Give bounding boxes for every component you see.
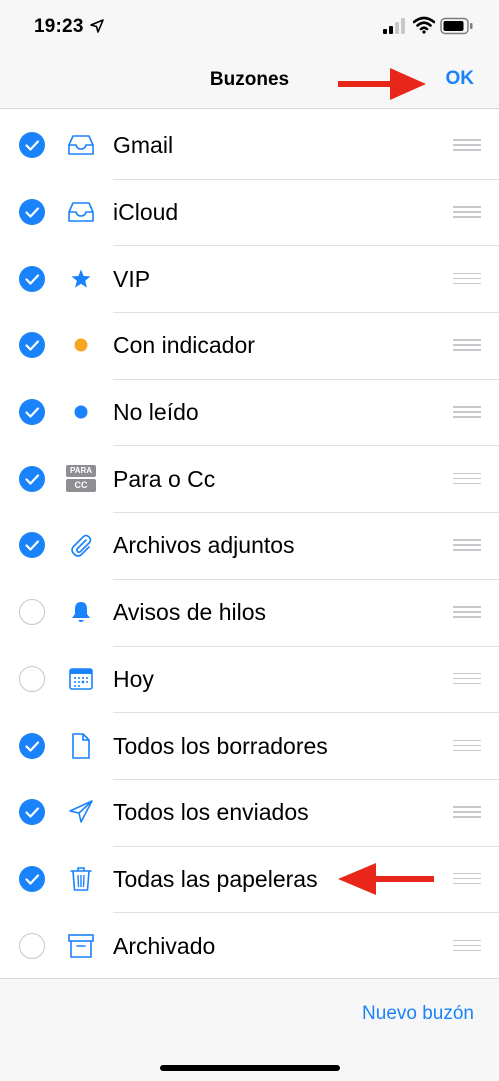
wifi-icon [413, 16, 435, 34]
archive-box-icon [66, 932, 96, 960]
list-item[interactable]: iCloud [0, 178, 499, 246]
list-item[interactable]: Hoy [0, 645, 499, 713]
reorder-handle-icon[interactable] [453, 272, 481, 285]
bell-icon [66, 598, 96, 626]
blue-dot-icon [66, 398, 96, 426]
bottom-toolbar: Nuevo buzón [0, 978, 499, 1081]
list-item[interactable]: Avisos de hilos [0, 578, 499, 646]
list-item[interactable]: Todos los borradores [0, 712, 499, 779]
list-item[interactable]: Archivos adjuntos [0, 512, 499, 579]
mailbox-label: Archivos adjuntos [113, 532, 295, 559]
reorder-handle-icon[interactable] [453, 339, 481, 351]
checkmark-icon[interactable] [19, 865, 45, 892]
list-item[interactable]: No leído [0, 378, 499, 446]
mailbox-label: Hoy [113, 665, 154, 692]
reorder-handle-icon[interactable] [453, 206, 481, 218]
battery-icon [440, 17, 473, 35]
reorder-handle-icon[interactable] [453, 472, 481, 485]
mailbox-label: Gmail [113, 132, 174, 159]
status-time: 19:23 [34, 16, 84, 37]
unchecked-circle-icon[interactable] [19, 932, 45, 959]
checkmark-icon[interactable] [19, 465, 45, 492]
list-item[interactable]: Gmail [0, 112, 499, 179]
checkmark-icon[interactable] [19, 532, 45, 559]
checkmark-icon[interactable] [19, 199, 45, 226]
mailbox-list: Gmail iCloud VIP Con indicador No leído … [0, 112, 499, 979]
ok-button[interactable]: OK [446, 68, 475, 90]
reorder-handle-icon[interactable] [453, 606, 481, 618]
mailbox-label: Archivado [113, 932, 216, 959]
unchecked-circle-icon[interactable] [19, 665, 45, 692]
paperclip-icon [66, 531, 96, 559]
mailbox-label: Todas las papeleras [113, 865, 318, 892]
cellular-signal-icon [383, 18, 405, 34]
inbox-tray-icon [66, 131, 96, 159]
mailbox-label: iCloud [113, 199, 179, 226]
mailbox-label: No leído [113, 399, 199, 426]
annotation-arrow-left-icon [338, 863, 434, 895]
mailbox-label: Todos los borradores [113, 732, 328, 759]
unchecked-circle-icon[interactable] [19, 599, 45, 626]
checkmark-icon[interactable] [19, 132, 45, 159]
annotation-arrow-right-icon [338, 68, 426, 100]
reorder-handle-icon[interactable] [453, 539, 481, 551]
list-item[interactable]: Todos los enviados [0, 778, 499, 846]
reorder-handle-icon[interactable] [453, 739, 481, 752]
checkmark-icon[interactable] [19, 799, 45, 826]
list-item[interactable]: Archivado [0, 912, 499, 979]
list-item[interactable]: PARA CC Para o Cc [0, 445, 499, 512]
trash-icon [66, 865, 96, 893]
mailbox-label: Todos los enviados [113, 799, 309, 826]
calendar-icon [66, 665, 96, 693]
inbox-tray-icon [66, 198, 96, 226]
reorder-handle-icon[interactable] [453, 939, 481, 952]
home-indicator[interactable] [160, 1065, 340, 1071]
list-item[interactable]: VIP [0, 245, 499, 312]
star-icon [66, 265, 96, 293]
mailbox-label: Con indicador [113, 332, 255, 359]
checkmark-icon[interactable] [19, 265, 45, 292]
list-item[interactable]: Con indicador [0, 312, 499, 379]
checkmark-icon[interactable] [19, 399, 45, 426]
reorder-handle-icon[interactable] [453, 672, 481, 685]
reorder-handle-icon[interactable] [453, 806, 481, 818]
location-arrow-icon [90, 19, 104, 33]
cc-label: CC [66, 479, 96, 493]
checkmark-icon[interactable] [19, 732, 45, 759]
document-icon [66, 732, 96, 760]
reorder-handle-icon[interactable] [453, 872, 481, 885]
para-cc-icon: PARA CC [66, 465, 96, 493]
reorder-handle-icon[interactable] [453, 139, 481, 151]
new-mailbox-button[interactable]: Nuevo buzón [362, 1003, 474, 1025]
mailbox-label: Avisos de hilos [113, 599, 266, 626]
checkmark-icon[interactable] [19, 332, 45, 359]
reorder-handle-icon[interactable] [453, 406, 481, 418]
status-bar: 19:23 [0, 0, 499, 52]
mailbox-label: Para o Cc [113, 465, 216, 492]
para-label: PARA [66, 465, 96, 478]
paper-plane-icon [66, 798, 96, 826]
mailbox-label: VIP [113, 265, 151, 292]
orange-dot-icon [66, 331, 96, 359]
